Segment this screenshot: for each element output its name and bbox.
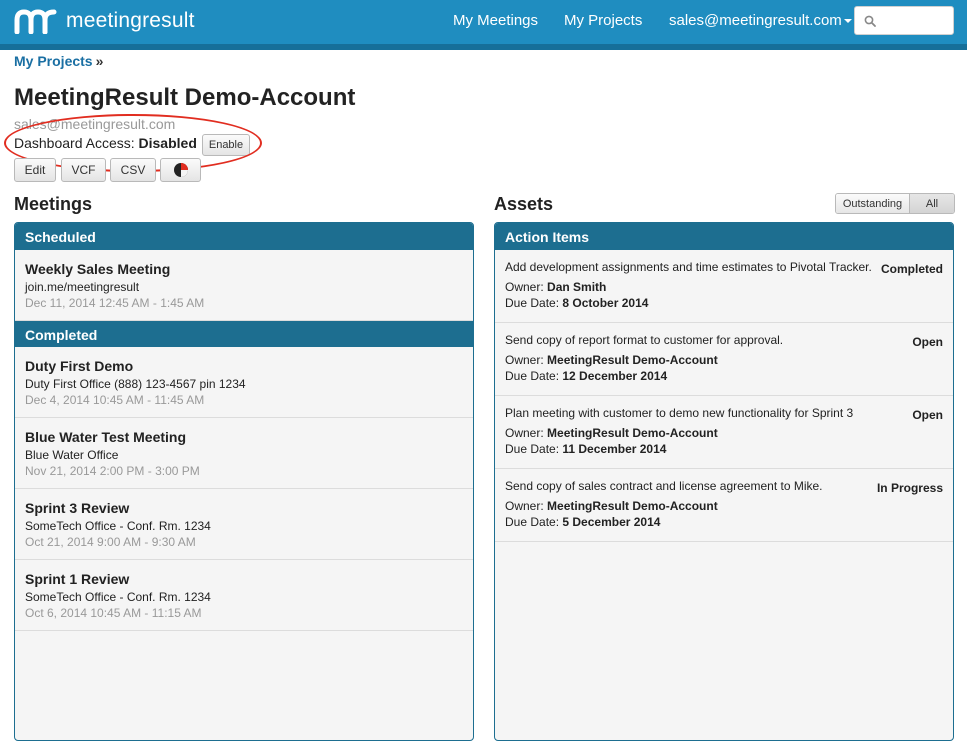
action-items-header: Action Items [495, 223, 953, 250]
dashboard-access-label: Dashboard Access: [14, 135, 135, 151]
owner-label: Owner: [505, 353, 544, 367]
action-status: In Progress [876, 481, 943, 495]
action-due: Due Date: 12 December 2014 [505, 369, 943, 383]
assets-panel: Action Items Add development assignments… [494, 222, 954, 741]
brand-name: meetingresult [66, 9, 195, 32]
meeting-location: Blue Water Office [25, 448, 119, 462]
edit-button[interactable]: Edit [14, 158, 56, 182]
action-due: Due Date: 11 December 2014 [505, 442, 943, 456]
action-due: Due Date: 5 December 2014 [505, 515, 943, 529]
action-description: Send copy of report format to customer f… [505, 333, 784, 347]
completed-header: Completed [15, 321, 473, 347]
action-description: Plan meeting with customer to demo new f… [505, 406, 854, 420]
meeting-time: Oct 21, 2014 9:00 AM - 9:30 AM [25, 535, 196, 549]
action-status: Open [912, 408, 943, 422]
meeting-title: Blue Water Test Meeting [25, 429, 187, 445]
due-label: Due Date: [505, 296, 560, 310]
page-title: MeetingResult Demo-Account [14, 84, 356, 111]
meeting-location: join.me/meetingresult [25, 280, 140, 294]
top-navbar: meetingresult My Meetings My Projects sa… [0, 0, 967, 44]
meeting-row[interactable]: Sprint 1 Review SomeTech Office - Conf. … [15, 560, 473, 631]
due-date: 12 December 2014 [562, 369, 668, 383]
filter-outstanding[interactable]: Outstanding [836, 194, 910, 213]
action-description: Add development assignments and time est… [505, 260, 872, 274]
meeting-location: SomeTech Office - Conf. Rm. 1234 [25, 590, 211, 604]
due-date: 11 December 2014 [562, 442, 667, 456]
due-date: 8 October 2014 [562, 296, 649, 310]
due-date: 5 December 2014 [562, 515, 661, 529]
action-description: Send copy of sales contract and license … [505, 479, 823, 493]
meeting-time: Oct 6, 2014 10:45 AM - 11:15 AM [25, 606, 202, 620]
action-owner: Owner: MeetingResult Demo-Account [505, 353, 943, 367]
assets-heading: Assets [494, 194, 554, 214]
owner-name: MeetingResult Demo-Account [547, 426, 718, 440]
meeting-title: Sprint 3 Review [25, 500, 130, 516]
meeting-time: Dec 4, 2014 10:45 AM - 11:45 AM [25, 393, 205, 407]
scheduled-header: Scheduled [15, 223, 473, 250]
brand-logo[interactable]: meetingresult [14, 8, 195, 34]
meeting-title: Sprint 1 Review [25, 571, 130, 587]
search-icon [864, 15, 876, 27]
action-item[interactable]: Add development assignments and time est… [495, 250, 953, 323]
navbar-stripe [0, 44, 967, 50]
caret-down-icon [843, 19, 852, 24]
pie-chart-icon [173, 163, 188, 177]
owner-label: Owner: [505, 426, 544, 440]
csv-button[interactable]: CSV [110, 158, 156, 182]
dashboard-access-status: Disabled [138, 135, 197, 151]
owner-name: MeetingResult Demo-Account [547, 499, 718, 513]
meeting-location: SomeTech Office - Conf. Rm. 1234 [25, 519, 211, 533]
meeting-row[interactable]: Blue Water Test Meeting Blue Water Offic… [15, 418, 473, 489]
meeting-row[interactable]: Weekly Sales Meeting join.me/meetingresu… [15, 250, 473, 321]
due-label: Due Date: [505, 515, 560, 529]
due-label: Due Date: [505, 369, 560, 383]
meeting-row[interactable]: Duty First Demo Duty First Office (888) … [15, 347, 473, 418]
meeting-title: Weekly Sales Meeting [25, 261, 171, 277]
due-label: Due Date: [505, 442, 560, 456]
account-menu[interactable]: sales@meetingresult.com [669, 12, 852, 29]
chart-button[interactable] [160, 158, 201, 182]
meeting-row[interactable]: Sprint 3 Review SomeTech Office - Conf. … [15, 489, 473, 560]
action-status: Open [912, 335, 943, 349]
action-due: Due Date: 8 October 2014 [505, 296, 943, 310]
action-item[interactable]: Send copy of sales contract and license … [495, 469, 953, 542]
action-item[interactable]: Plan meeting with customer to demo new f… [495, 396, 953, 469]
enable-button[interactable]: Enable [202, 134, 250, 156]
breadcrumb-separator: » [95, 53, 104, 69]
meetings-heading: Meetings [14, 194, 93, 214]
action-status: Completed [880, 262, 943, 276]
owner-name: MeetingResult Demo-Account [547, 353, 718, 367]
search-input[interactable] [881, 10, 949, 32]
owner-name: Dan Smith [547, 280, 607, 294]
account-email-label: sales@meetingresult.com [669, 12, 842, 29]
dashboard-access: Dashboard Access: Disabled [14, 135, 197, 151]
action-owner: Owner: MeetingResult Demo-Account [505, 426, 943, 440]
meeting-title: Duty First Demo [25, 358, 134, 374]
nav-my-meetings[interactable]: My Meetings [453, 12, 538, 29]
action-owner: Owner: Dan Smith [505, 280, 943, 294]
action-owner: Owner: MeetingResult Demo-Account [505, 499, 943, 513]
owner-label: Owner: [505, 280, 544, 294]
meeting-time: Dec 11, 2014 12:45 AM - 1:45 AM [25, 296, 205, 310]
breadcrumb-my-projects[interactable]: My Projects [14, 53, 93, 69]
project-email: sales@meetingresult.com [14, 116, 176, 132]
filter-all[interactable]: All [910, 194, 954, 213]
meeting-location: Duty First Office (888) 123-4567 pin 123… [25, 377, 246, 391]
breadcrumb: My Projects» [14, 53, 103, 69]
owner-label: Owner: [505, 499, 544, 513]
assets-filter: Outstanding All [835, 193, 955, 214]
action-item[interactable]: Send copy of report format to customer f… [495, 323, 953, 396]
meeting-time: Nov 21, 2014 2:00 PM - 3:00 PM [25, 464, 200, 478]
nav-my-projects[interactable]: My Projects [564, 12, 642, 29]
logo-mark-icon [14, 9, 57, 34]
vcf-button[interactable]: VCF [61, 158, 106, 182]
search-box[interactable] [854, 6, 954, 35]
meetings-panel: Scheduled Weekly Sales Meeting join.me/m… [14, 222, 474, 741]
